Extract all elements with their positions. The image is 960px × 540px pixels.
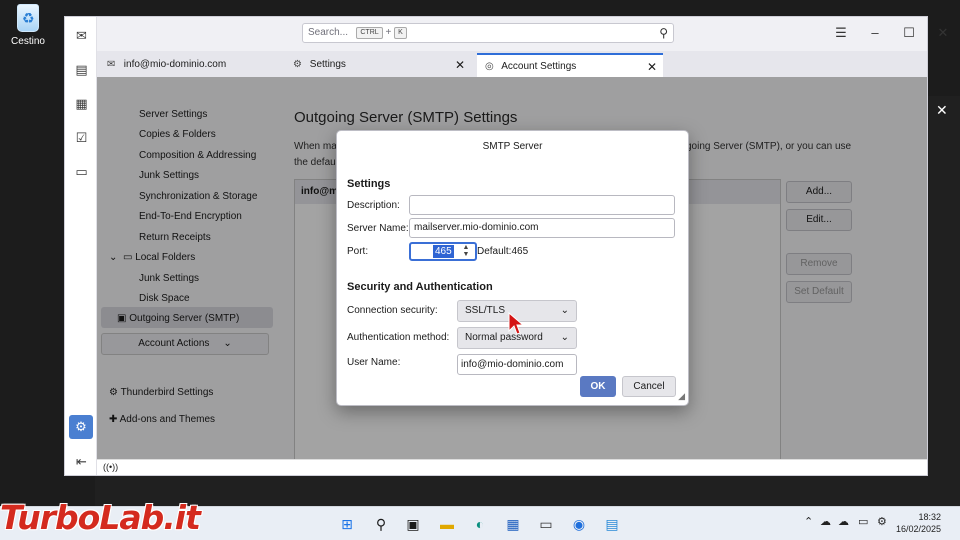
settings-heading: Settings (347, 178, 391, 190)
account-settings-icon: ◎ (485, 61, 494, 72)
shortcut-plus: + (385, 27, 392, 38)
start-icon[interactable]: ⊞ (336, 513, 358, 535)
port-default: Default:465 (477, 246, 528, 257)
background-window-edge: ✕ (928, 96, 960, 506)
tab-settings[interactable]: ⚙ Settings ✕ (285, 53, 471, 77)
background-window-bottom (95, 476, 928, 506)
app-menu-icon[interactable]: ☰ (829, 23, 853, 43)
onedrive-icon[interactable]: ☁ (838, 515, 849, 528)
port-value: 465 (433, 245, 454, 258)
gear-icon: ⚙ (293, 59, 302, 70)
tab-close-icon[interactable]: ✕ (647, 55, 657, 79)
taskbar-search-icon[interactable]: ⚲ (370, 513, 392, 535)
collapse-toolbar-icon[interactable]: ⇤ (73, 453, 90, 470)
shortcut-key-k: K (394, 27, 407, 39)
chevron-down-icon: ⌄ (560, 305, 569, 316)
tab-mail[interactable]: ✉ info@mio-dominio.com (99, 53, 281, 77)
recycle-bin-icon (17, 4, 39, 32)
auth-method-label: Authentication method: (347, 332, 450, 343)
server-name-label: Server Name: (347, 223, 409, 234)
file-explorer-icon[interactable]: ▬ (436, 513, 458, 535)
tab-settings-label: Settings (309, 59, 346, 70)
description-field[interactable] (409, 195, 675, 215)
clock-time: 18:32 (918, 512, 942, 522)
smtp-server-dialog: SMTP Server Settings Description: Server… (336, 130, 689, 406)
calendar-icon[interactable]: ▦ (73, 95, 90, 112)
clock[interactable]: 18:32 16/02/2025 (896, 511, 941, 535)
close-icon[interactable]: ✕ (936, 102, 948, 119)
task-view-icon[interactable]: ▣ (402, 513, 424, 535)
mail-icon[interactable]: ✉ (73, 27, 90, 44)
chevron-up-icon[interactable]: ⌃ (804, 515, 813, 528)
tab-account-settings-label: Account Settings (501, 61, 577, 72)
ok-button[interactable]: OK (580, 376, 616, 397)
settings-gear-icon[interactable]: ⚙ (69, 415, 93, 439)
terminal-icon[interactable]: ▭ (535, 513, 557, 535)
recycle-bin-label: Cestino (11, 36, 45, 47)
store-icon[interactable]: ▦ (502, 513, 524, 535)
address-book-icon[interactable]: ▤ (73, 61, 90, 78)
description-label: Description: (347, 200, 400, 211)
tab-mail-label: info@mio-dominio.com (123, 59, 227, 70)
tab-account-settings[interactable]: ◎ Account Settings ✕ (477, 53, 663, 77)
window-close-icon[interactable]: ✕ (931, 23, 955, 43)
default-value: 465 (511, 246, 529, 257)
cancel-button[interactable]: Cancel (622, 376, 676, 397)
search-icon: ⚲ (659, 26, 668, 40)
cloud-icon[interactable]: ☁ (820, 515, 831, 528)
brand-watermark: TurboLab.it (0, 498, 201, 537)
tab-close-icon[interactable]: ✕ (455, 53, 465, 77)
search-input[interactable]: Search... CTRL + K ⚲ (302, 23, 674, 43)
connection-security-label: Connection security: (347, 305, 438, 316)
default-label: Default: (477, 246, 512, 257)
resize-grip-icon[interactable]: ◢ (678, 391, 685, 402)
mouse-cursor-icon (508, 312, 524, 335)
auth-method-value: Normal password (465, 332, 543, 343)
port-stepper[interactable]: 465 ▲ ▼ (409, 242, 477, 261)
minimize-icon[interactable]: – (863, 23, 887, 43)
network-icon[interactable]: ▭ (858, 515, 868, 528)
user-name-field[interactable]: info@mio-dominio.com (457, 354, 577, 375)
mail-tab-icon: ✉ (107, 59, 116, 70)
status-bar: ((•)) (97, 459, 927, 475)
chevron-down-icon: ⌄ (560, 332, 569, 343)
notification-icon[interactable]: ⚙ (877, 515, 887, 528)
server-name-field[interactable]: mailserver.mio-dominio.com (409, 218, 675, 238)
recycle-bin[interactable]: Cestino (10, 4, 46, 47)
connection-security-value: SSL/TLS (465, 305, 506, 316)
security-heading: Security and Authentication (347, 281, 493, 293)
maximize-icon[interactable]: ☐ (897, 23, 921, 43)
notepad-icon[interactable]: ▤ (601, 513, 623, 535)
shortcut-key-ctrl: CTRL (356, 27, 383, 39)
online-status-icon[interactable]: ((•)) (103, 462, 118, 472)
dialog-title: SMTP Server (482, 141, 543, 152)
spin-arrows-icon[interactable]: ▲ ▼ (459, 244, 473, 259)
clock-date: 16/02/2025 (896, 524, 942, 534)
edge-icon[interactable]: ◐ (469, 513, 491, 535)
title-bar: Search... CTRL + K ⚲ ☰ – ☐ ✕ (97, 17, 948, 51)
tasks-icon[interactable]: ☑ (73, 129, 90, 146)
user-name-label: User Name: (347, 357, 401, 368)
search-placeholder: Search... (308, 27, 349, 38)
spaces-toolbar: ✉ ▤ ▦ ☑ ▭ ⚙ ⇤ (65, 17, 97, 475)
chat-icon[interactable]: ▭ (73, 163, 90, 180)
thunderbird-icon[interactable]: ◉ (568, 513, 590, 535)
port-label: Port: (347, 246, 369, 257)
